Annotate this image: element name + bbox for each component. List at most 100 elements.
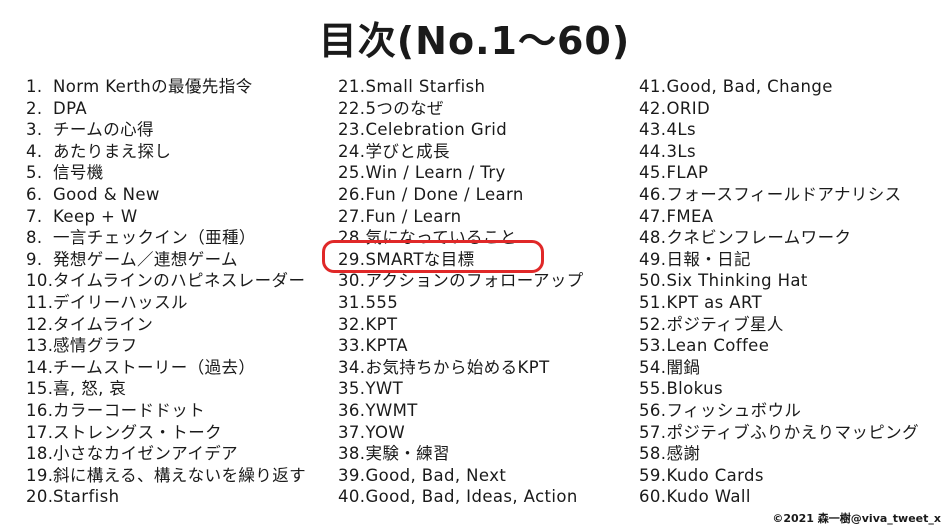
toc-item: 54.闇鍋: [639, 357, 947, 379]
toc-item-number: 50.: [639, 271, 667, 291]
toc-item-number: 46.: [639, 184, 667, 204]
toc-item-label: 感情グラフ: [53, 336, 138, 356]
toc-item-label: 4Ls: [666, 120, 696, 140]
toc-item: 37.YOW: [338, 422, 638, 444]
toc-item-number: 49.: [639, 249, 667, 269]
toc-item-label: KPT as ART: [666, 292, 763, 312]
page-title: 目次(No.1〜60): [318, 19, 631, 63]
toc-item-number: 11.: [26, 292, 54, 312]
toc-item: 36.YWMT: [338, 400, 638, 422]
toc-item: 58.感謝: [639, 443, 947, 465]
toc-item-label: タイムラインのハピネスレーダー: [53, 271, 306, 291]
toc-item-label: ポジティブふりかえりマッピング: [666, 422, 919, 442]
highlight-circle: [322, 240, 544, 273]
toc-item-label: タイムライン: [53, 314, 154, 334]
toc-item-label: あたりまえ探し: [53, 141, 172, 161]
toc-item-label: チームストーリー（過去）: [53, 357, 256, 377]
toc-item-label: ストレングス・トーク: [53, 422, 222, 442]
toc-column-1: 1. Norm Kerthの最優先指令 2. DPA 3. チームの心得 4. あたりまえ探し…: [26, 76, 331, 508]
toc-item: 21.Small Starfish: [338, 76, 638, 98]
toc-item: 53.Lean Coffee: [639, 335, 947, 357]
toc-item: 14.チームストーリー（過去）: [26, 357, 331, 379]
toc-item-number: 45.: [639, 163, 667, 183]
toc-item: 11.デイリーハッスル: [26, 292, 331, 314]
toc-item-label: Six Thinking Hat: [666, 271, 808, 291]
toc-item-label: FMEA: [666, 206, 714, 226]
toc-item-label: 発想ゲーム／連想ゲーム: [53, 249, 238, 269]
toc-item: 44.3Ls: [639, 141, 947, 163]
toc-item-label: 斜に構える、構えないを繰り返す: [53, 465, 307, 485]
toc-column-2: 21.Small Starfish 22.5つのなぜ 23.Celebration …: [338, 76, 638, 508]
toc-item-label: Win / Learn / Try: [365, 163, 506, 183]
toc-item-label: Blokus: [666, 379, 723, 399]
toc-item-number: 15.: [26, 379, 54, 399]
toc-item-number: 7.: [26, 206, 43, 226]
toc-item-label: 一言チェックイン（亜種）: [53, 228, 256, 248]
toc-item-label: Good, Bad, Change: [666, 77, 833, 96]
toc-item-label: 信号機: [53, 163, 104, 183]
toc-item: 55.Blokus: [639, 378, 947, 400]
toc-item-label: Fun / Learn: [365, 206, 462, 226]
toc-item: 12.タイムライン: [26, 314, 331, 336]
toc-item-number: 19.: [26, 465, 54, 485]
toc-item: 34.お気持ちから始めるKPT: [338, 357, 638, 379]
toc-item: 3. チームの心得: [26, 119, 331, 141]
toc-item-label: ポジティブ星人: [666, 314, 784, 334]
toc-item: 10.タイムラインのハピネスレーダー: [26, 270, 331, 292]
toc-item: 16.カラーコードドット: [26, 400, 331, 422]
toc-item-number: 27.: [338, 206, 366, 226]
copyright-credit: ©2021 森一樹@viva_tweet_x: [772, 512, 941, 525]
toc-item-number: 56.: [639, 400, 667, 420]
toc-item-label: Kudo Wall: [666, 487, 751, 507]
toc-item: 22.5つのなぜ: [338, 98, 638, 120]
toc-item: 1. Norm Kerthの最優先指令: [26, 76, 331, 98]
toc-item-label: Keep + W: [53, 206, 138, 226]
toc-item-label: 3Ls: [666, 141, 696, 161]
toc-item-number: 55.: [639, 379, 667, 399]
toc-item-label: Good, Bad, Next: [365, 465, 507, 485]
toc-item: 40.Good, Bad, Ideas, Action: [338, 486, 638, 508]
toc-item-number: 36.: [338, 400, 366, 420]
toc-item-label: FLAP: [666, 163, 709, 183]
toc-item-number: 41.: [639, 77, 667, 96]
toc-item-label: 闇鍋: [666, 357, 701, 377]
toc-item-number: 34.: [338, 357, 366, 377]
toc-item-label: Starfish: [53, 487, 120, 507]
toc-item: 41.Good, Bad, Change: [639, 76, 947, 98]
toc-item: 49.日報・日記: [639, 249, 947, 271]
toc-item-number: 2.: [26, 98, 43, 118]
toc-item-number: 18.: [26, 444, 54, 464]
toc-item-label: YWMT: [365, 400, 418, 420]
toc-item-number: 16.: [26, 400, 54, 420]
toc-item-number: 32.: [338, 314, 366, 334]
toc-item: 59.Kudo Cards: [639, 465, 947, 487]
toc-item-label: 小さなカイゼンアイデア: [53, 444, 239, 464]
toc-item: 51.KPT as ART: [639, 292, 947, 314]
toc-item-label: カラーコードドット: [53, 400, 206, 420]
toc-item-label: 日報・日記: [666, 249, 751, 269]
toc-item-number: 5.: [26, 163, 43, 183]
toc-item-label: Fun / Done / Learn: [365, 184, 524, 204]
toc-item-number: 9.: [26, 249, 43, 269]
toc-item-label: 5つのなぜ: [365, 98, 444, 118]
toc-item: 50.Six Thinking Hat: [639, 270, 947, 292]
toc-item: 5. 信号機: [26, 162, 331, 184]
toc-item-number: 58.: [639, 444, 667, 464]
toc-item: 30.アクションのフォローアップ: [338, 270, 638, 292]
toc-item: 17.ストレングス・トーク: [26, 422, 331, 444]
toc-item-label: アクションのフォローアップ: [365, 271, 584, 291]
toc-item: 26.Fun / Done / Learn: [338, 184, 638, 206]
toc-item: 35.YWT: [338, 378, 638, 400]
toc-item-number: 22.: [338, 98, 366, 118]
toc-item-number: 48.: [639, 228, 667, 248]
toc-item-number: 6.: [26, 184, 43, 204]
toc-item-number: 21.: [338, 77, 366, 96]
toc-item: 18.小さなカイゼンアイデア: [26, 443, 331, 465]
toc-item-number: 4.: [26, 141, 43, 161]
toc-item-label: KPTA: [365, 336, 408, 356]
toc-item: 48.クネビンフレームワーク: [639, 227, 947, 249]
toc-item: 25.Win / Learn / Try: [338, 162, 638, 184]
toc-item-label: クネビンフレームワーク: [666, 228, 852, 248]
toc-item: 7. Keep + W: [26, 206, 331, 228]
toc-item-number: 17.: [26, 422, 54, 442]
